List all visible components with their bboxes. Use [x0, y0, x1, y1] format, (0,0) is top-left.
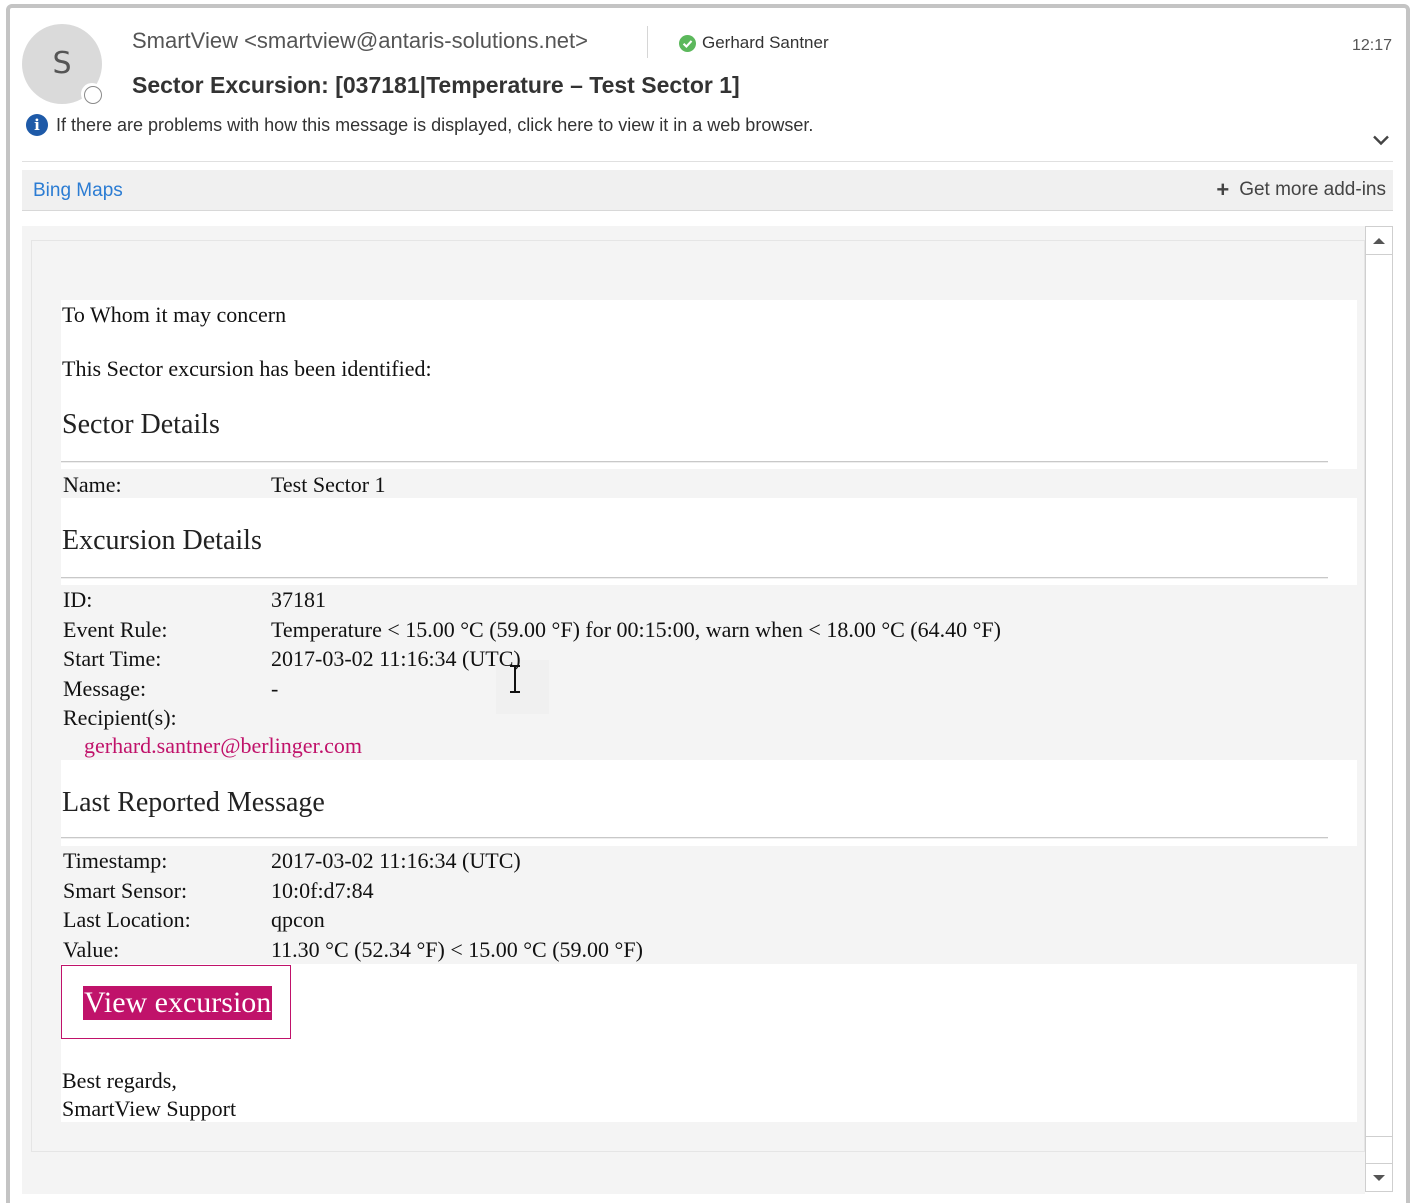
smart-sensor-value: 10:0f:d7:84 — [271, 878, 374, 903]
received-time: 12:17 — [1351, 37, 1392, 54]
recipient[interactable]: Gerhard Santner — [679, 33, 829, 53]
get-more-addins-label: Get more add-ins — [1239, 179, 1386, 200]
divider — [61, 577, 1328, 579]
last-location-label: Last Location: — [63, 907, 191, 932]
divider — [61, 461, 1328, 463]
bing-maps-addin[interactable]: Bing Maps — [33, 180, 123, 202]
addin-bar: Bing Maps + Get more add-ins — [22, 170, 1393, 211]
header-divider — [647, 26, 648, 58]
recipient-email-link[interactable]: gerhard.santner@berlinger.com — [84, 733, 362, 759]
available-check-icon — [679, 34, 696, 52]
smart-sensor-label: Smart Sensor: — [63, 878, 188, 903]
closing-line-1: Best regards, — [62, 1068, 177, 1093]
scroll-down-button[interactable] — [1366, 1163, 1392, 1191]
chevron-down-icon[interactable] — [1371, 130, 1391, 150]
divider — [61, 837, 1328, 839]
intro-text: This Sector excursion has been identifie… — [62, 356, 432, 381]
header-separator — [22, 161, 1393, 162]
view-excursion-button[interactable]: View excursion — [61, 965, 291, 1039]
closing-line-2: SmartView Support — [62, 1096, 237, 1121]
scroll-thumb[interactable] — [1366, 255, 1392, 1137]
excursion-details-heading: Excursion Details — [62, 525, 262, 556]
plus-icon: + — [1216, 177, 1230, 202]
sender-address[interactable]: SmartView <smartview@antaris-solutions.n… — [132, 28, 588, 54]
presence-status-icon — [81, 83, 103, 105]
timestamp-label: Timestamp: — [63, 848, 168, 873]
timestamp-value: 2017-03-02 11:16:34 (UTC) — [271, 848, 521, 873]
text-cursor-icon — [510, 665, 520, 693]
start-time-value: 2017-03-02 11:16:34 (UTC) — [271, 646, 521, 671]
id-label: ID: — [63, 587, 93, 612]
get-more-addins-button[interactable]: + Get more add-ins — [1216, 179, 1386, 201]
scroll-up-button[interactable] — [1366, 227, 1392, 255]
last-reported-heading: Last Reported Message — [62, 787, 325, 818]
last-location-value: qpcon — [271, 907, 325, 932]
message-label: Message: — [63, 676, 147, 701]
event-rule-value: Temperature < 15.00 °C (59.00 °F) for 00… — [271, 617, 1001, 642]
message-subject: Sector Excursion: [037181|Temperature – … — [132, 72, 740, 98]
value-label: Value: — [63, 937, 120, 962]
triangle-up-icon — [1373, 238, 1385, 244]
info-text: If there are problems with how this mess… — [56, 114, 814, 135]
vertical-scrollbar[interactable] — [1365, 226, 1393, 1192]
recipients-label: Recipient(s): — [63, 705, 177, 730]
name-value: Test Sector 1 — [271, 472, 386, 497]
event-rule-label: Event Rule: — [63, 617, 168, 642]
start-time-label: Start Time: — [63, 646, 162, 671]
view-in-browser-notice[interactable]: i If there are problems with how this me… — [26, 114, 813, 136]
recipient-name: Gerhard Santner — [702, 33, 829, 52]
id-value: 37181 — [271, 587, 326, 612]
sector-details-heading: Sector Details — [62, 409, 220, 440]
value-value: 11.30 °C (52.34 °F) < 15.00 °C (59.00 °F… — [271, 937, 643, 962]
message-value: - — [271, 676, 279, 701]
triangle-down-icon — [1373, 1175, 1385, 1181]
greeting: To Whom it may concern — [62, 302, 287, 327]
view-excursion-label: View excursion — [83, 986, 273, 1020]
name-label: Name: — [63, 472, 122, 497]
info-icon: i — [26, 114, 48, 136]
